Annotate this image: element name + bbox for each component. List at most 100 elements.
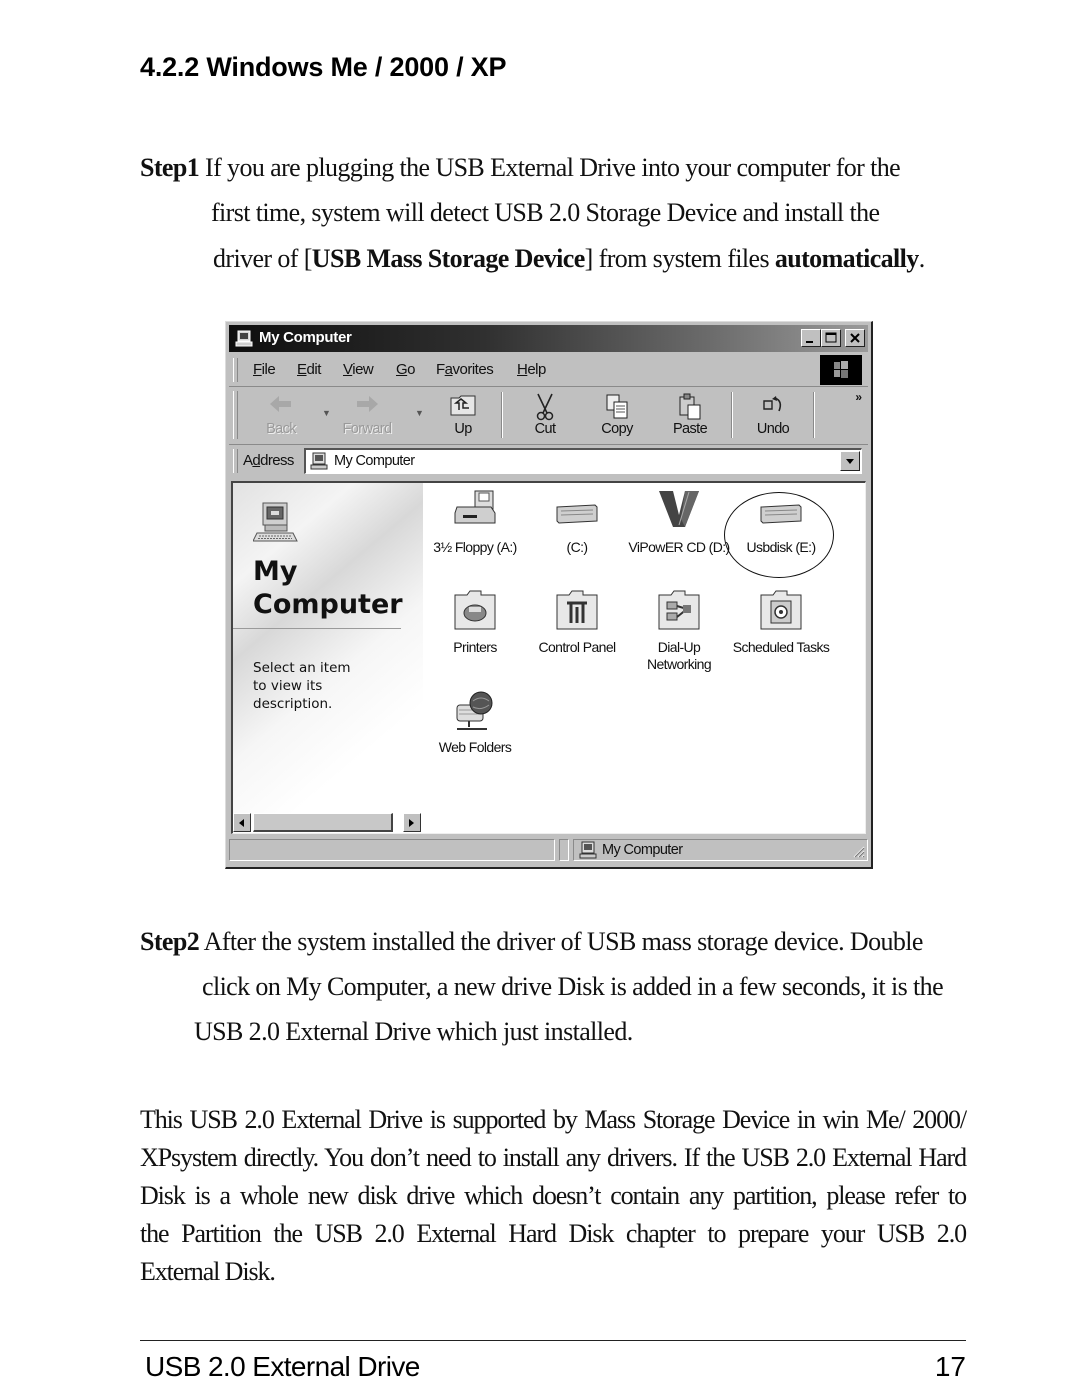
- item-label: (C:): [566, 539, 589, 555]
- paragraph-line: External Disk.: [140, 1257, 276, 1286]
- forward-button[interactable]: Forward: [337, 390, 397, 440]
- drive-item-c[interactable]: (C:): [525, 489, 629, 556]
- close-icon: [850, 333, 860, 343]
- my-computer-window: My Computer File Edit View Go Favorites …: [225, 321, 873, 869]
- address-dropdown-button[interactable]: [840, 451, 860, 471]
- my-computer-icon: [578, 841, 598, 865]
- window-title: My Computer: [259, 329, 352, 346]
- resize-grip-icon[interactable]: [851, 844, 865, 858]
- horizontal-scrollbar[interactable]: [233, 813, 425, 833]
- menu-edit[interactable]: Edit: [297, 361, 321, 378]
- undo-button[interactable]: Undo: [743, 390, 803, 440]
- item-label: Dial-Up Networking: [627, 639, 731, 673]
- menu-band-grip[interactable]: [233, 358, 238, 382]
- back-button[interactable]: Back: [251, 390, 311, 440]
- folder-item-control-panel[interactable]: Control Panel: [525, 589, 629, 656]
- scissors-icon: [536, 393, 554, 421]
- maximize-icon: [825, 332, 837, 343]
- folder-item-web-folders[interactable]: Web Folders: [423, 689, 527, 756]
- folder-item-scheduled-tasks[interactable]: Scheduled Tasks: [729, 589, 833, 656]
- scheduled-tasks-folder-icon: [757, 589, 805, 633]
- scroll-right-button[interactable]: [403, 813, 421, 832]
- accel-key: G: [396, 361, 408, 378]
- paragraph-line: the Partition the USB 2.0 External Hard …: [140, 1219, 967, 1248]
- menu-view[interactable]: View: [343, 361, 374, 378]
- folder-item-printers[interactable]: Printers: [423, 589, 527, 656]
- my-computer-icon: [309, 452, 329, 476]
- maximize-button[interactable]: [821, 329, 841, 347]
- menu-label: vorites: [452, 361, 494, 378]
- paste-clipboard-icon: [679, 393, 701, 420]
- windows-logo-icon: [834, 361, 848, 378]
- printers-folder-icon: [451, 589, 499, 633]
- toolbar-separator: [813, 392, 815, 438]
- cut-button[interactable]: Cut: [515, 390, 575, 440]
- folder-item-dialup-networking[interactable]: Dial-Up Networking: [627, 589, 731, 673]
- up-button[interactable]: Up: [433, 390, 493, 440]
- undo-label: Undo: [756, 421, 790, 437]
- step2-line-1: Step2 After the system installed the dri…: [140, 919, 923, 964]
- driver-name: USB Mass Storage Device: [311, 244, 585, 273]
- address-band-grip[interactable]: [233, 449, 238, 473]
- toolbar-band-grip[interactable]: [233, 391, 238, 439]
- menu-file[interactable]: File: [253, 361, 276, 378]
- item-label: 3½ Floppy (A:): [433, 539, 517, 555]
- back-history-dropdown[interactable]: ▼: [322, 408, 331, 418]
- description-line: Select an item: [253, 660, 351, 676]
- step1-line-3: driver of [USB Mass Storage Device] from…: [213, 236, 925, 281]
- menu-label: dit: [306, 361, 322, 378]
- dialup-networking-folder-icon: [655, 589, 703, 633]
- title-bar[interactable]: My Computer: [229, 325, 868, 352]
- scroll-left-button[interactable]: [233, 813, 251, 832]
- menu-go[interactable]: Go: [396, 361, 416, 378]
- item-label: Web Folders: [438, 739, 512, 755]
- menu-bar: File Edit View Go Favorites Help: [229, 355, 868, 385]
- forward-history-dropdown[interactable]: ▼: [415, 408, 424, 418]
- status-panel-spacer: [559, 839, 569, 861]
- menu-help[interactable]: Help: [517, 361, 546, 378]
- address-field[interactable]: My Computer: [304, 448, 862, 474]
- info-pane-description: Select an item to view its description.: [253, 659, 351, 713]
- step1-text: If you are plugging the USB External Dri…: [199, 153, 901, 182]
- page-number: 17: [934, 1351, 966, 1382]
- band-separator: [229, 444, 868, 445]
- up-folder-icon: [450, 395, 476, 416]
- step2-line-2: click on My Computer, a new drive Disk i…: [202, 972, 944, 1001]
- step1-text: driver of [: [213, 244, 312, 273]
- status-bar: My Computer: [229, 837, 868, 863]
- item-label: Printers: [453, 639, 497, 655]
- step2-line-3: USB 2.0 External Drive which just instal…: [194, 1017, 633, 1046]
- toolbar-separator: [731, 392, 733, 438]
- band-separator: [229, 386, 868, 387]
- paste-button[interactable]: Paste: [660, 390, 720, 440]
- arrow-right-icon: [409, 819, 414, 827]
- paste-label: Paste: [672, 421, 708, 437]
- paragraph-line: Disk is a whole new disk drive which doe…: [140, 1181, 967, 1210]
- menu-favorites[interactable]: Favorites: [436, 361, 494, 378]
- accel-key: H: [517, 361, 528, 378]
- footer-title: USB 2.0 External Drive: [145, 1351, 420, 1382]
- info-pane-title: My Computer: [253, 555, 403, 621]
- minimize-button[interactable]: [801, 329, 821, 347]
- support-note-paragraph: This USB 2.0 External Drive is supported…: [140, 1101, 967, 1291]
- close-button[interactable]: [845, 329, 865, 347]
- status-zone-text: My Computer: [602, 842, 683, 858]
- web-folders-icon: [451, 689, 499, 733]
- copy-button[interactable]: Copy: [587, 390, 647, 440]
- up-label: Up: [454, 421, 472, 437]
- windows-logo-throbber: [820, 355, 862, 385]
- item-label: Control Panel: [538, 639, 616, 655]
- scrollbar-thumb[interactable]: [253, 813, 393, 832]
- menu-label: o: [407, 361, 416, 378]
- address-label: Address: [243, 452, 294, 469]
- info-pane-divider: [233, 628, 401, 629]
- step1-text: ] from system files: [584, 244, 775, 273]
- toolbar-overflow-chevron[interactable]: »: [855, 390, 862, 404]
- label-text: Dial-Up Networking: [646, 639, 712, 672]
- drive-item-floppy-a[interactable]: 3½ Floppy (A:): [423, 489, 527, 556]
- back-label: Back: [266, 421, 296, 437]
- back-arrow-icon: [270, 396, 291, 412]
- drive-item-cd-d[interactable]: ViPowER CD (D:): [627, 489, 731, 556]
- hard-drive-icon: [553, 489, 601, 533]
- folder-view: My Computer Select an item to view its d…: [231, 481, 866, 834]
